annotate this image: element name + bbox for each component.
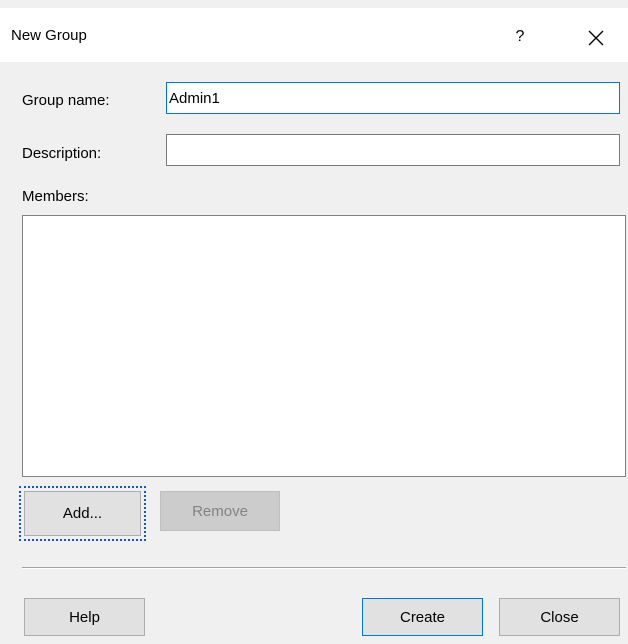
create-button[interactable]: Create xyxy=(362,598,483,636)
close-icon[interactable] xyxy=(580,22,612,54)
remove-member-button[interactable]: Remove xyxy=(160,491,280,531)
description-label: Description: xyxy=(22,145,102,162)
new-group-dialog: New Group ? Group name: Description: Mem… xyxy=(0,0,628,644)
group-name-input[interactable] xyxy=(166,82,620,114)
group-name-label: Group name: xyxy=(22,92,110,109)
members-list[interactable] xyxy=(22,215,626,477)
help-button[interactable]: Help xyxy=(24,598,145,636)
close-x-glyph xyxy=(588,30,604,46)
help-icon[interactable]: ? xyxy=(508,23,532,51)
members-label: Members: xyxy=(22,188,89,205)
add-member-button[interactable]: Add... xyxy=(24,491,141,536)
description-input[interactable] xyxy=(166,134,620,166)
title-bar: New Group ? xyxy=(0,8,628,62)
footer-separator xyxy=(22,567,626,569)
window-title: New Group xyxy=(11,27,87,44)
close-button[interactable]: Close xyxy=(499,598,620,636)
